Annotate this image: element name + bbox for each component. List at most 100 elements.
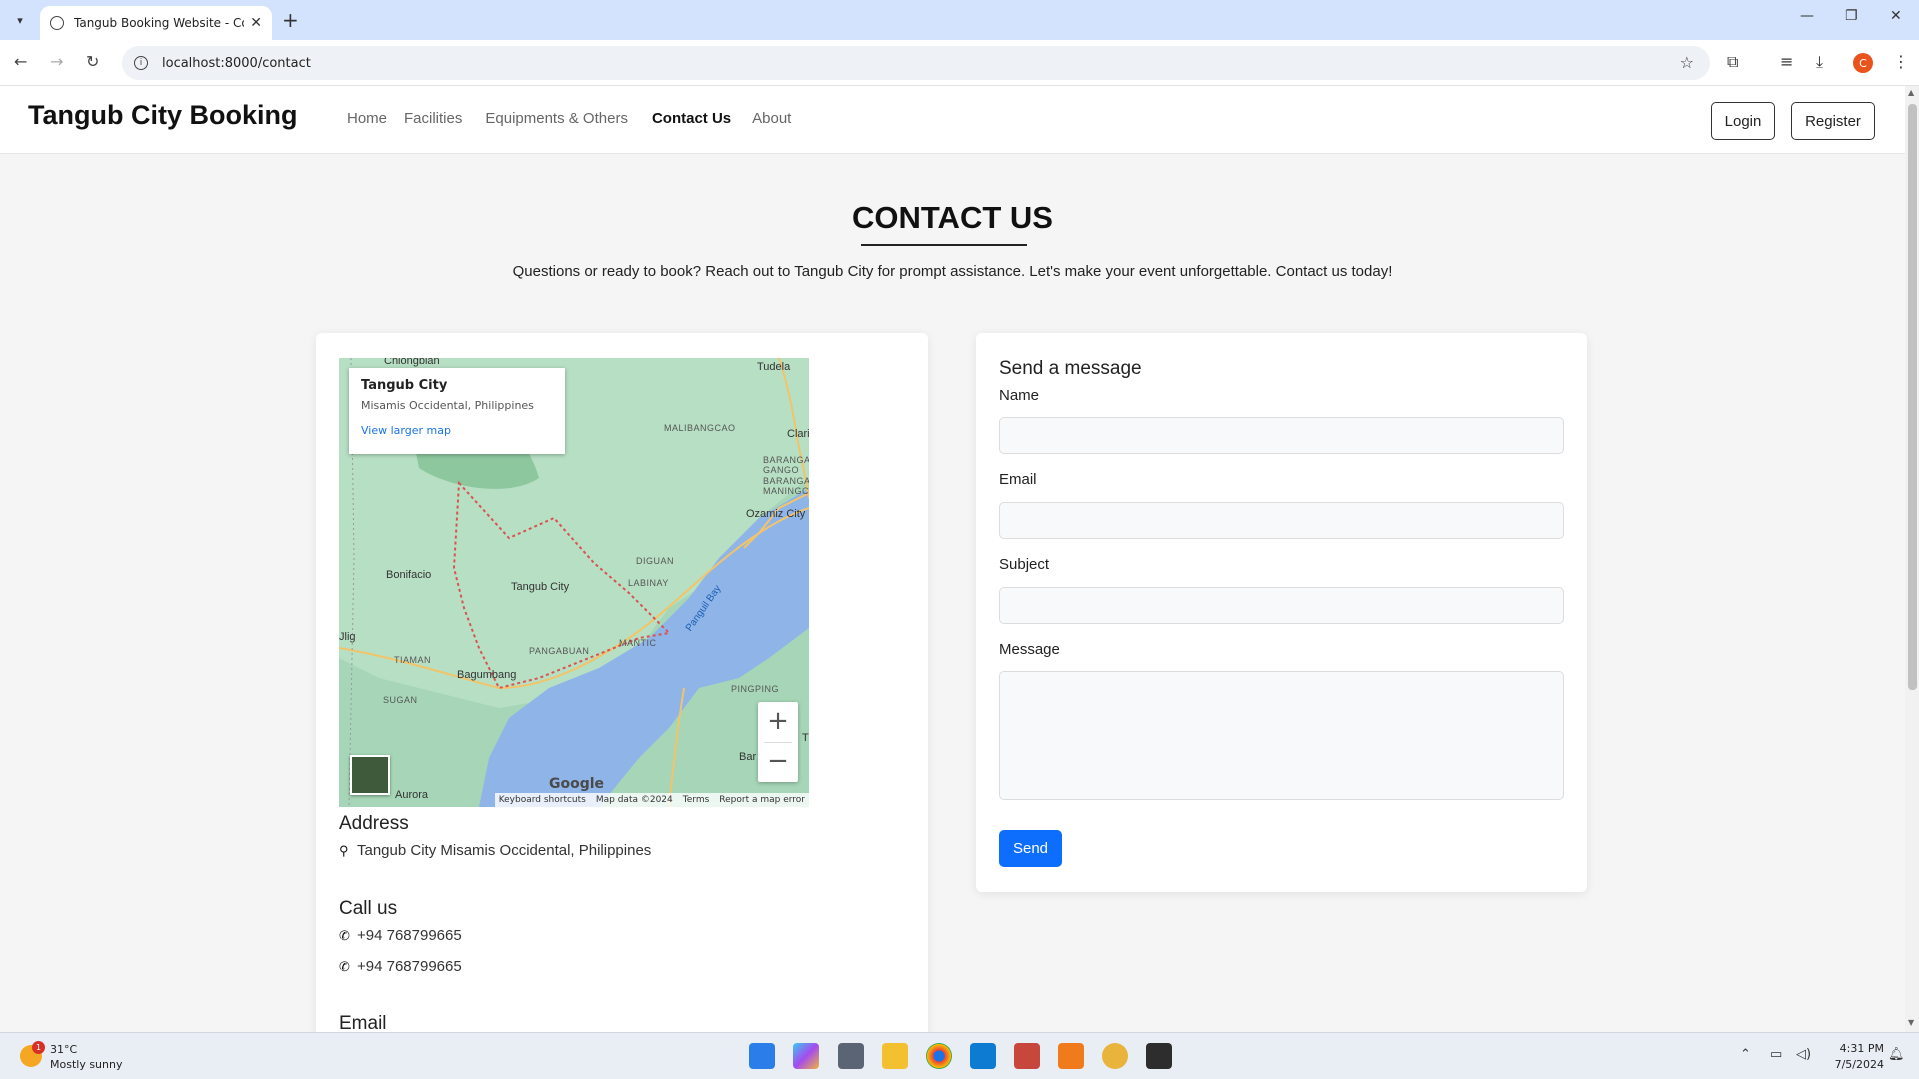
call-heading: Call us [339,898,398,919]
map-label: TIAMAN [394,655,432,665]
terms-link[interactable]: Terms [683,795,710,805]
report-map-error-link[interactable]: Report a map error [719,795,805,805]
phone-icon: ✆ [339,958,350,974]
embedded-map[interactable]: Chiongbian Tudela MALIBANGCAO Clari BARA… [339,358,809,807]
zoom-in-button[interactable]: + [758,702,798,742]
map-footer: Keyboard shortcuts Map data ©2024 Terms … [494,793,809,807]
address-bar[interactable]: i localhost:8000/contact ☆ [122,46,1710,80]
menu-kebab-icon[interactable]: ⋮ [1893,52,1909,71]
scrollbar-thumb[interactable] [1908,104,1917,690]
map-label: DIGUAN [636,556,675,566]
tab-title: Tangub Booking Website - Contact [74,16,244,30]
name-input[interactable] [999,417,1564,454]
send-button[interactable]: Send [999,830,1062,867]
map-label: Bagumbang [457,669,517,681]
profile-avatar[interactable]: C [1853,53,1873,73]
nav-home[interactable]: Home [347,110,387,127]
map-label: T [802,732,809,744]
copilot-icon[interactable] [793,1043,819,1069]
map-place-card: Tangub City Misamis Occidental, Philippi… [349,368,565,454]
contact-info-card: Chiongbian Tudela MALIBANGCAO Clari BARA… [316,333,928,1032]
app-icon[interactable] [1102,1043,1128,1069]
scroll-up-icon[interactable]: ▲ [1908,88,1914,97]
title-underline [861,244,1027,246]
weather-condition[interactable]: Mostly sunny [50,1058,122,1071]
forward-icon[interactable]: → [50,52,63,71]
page-scrollbar[interactable]: ▲ ▼ [1905,86,1919,1032]
tab-list-chevron-icon[interactable]: ▾ [8,8,32,32]
map-label: PANGABUAN [529,646,590,656]
page-viewport: Tangub City Booking Home Facilities Equi… [0,86,1919,1032]
terminal-icon[interactable] [1146,1043,1172,1069]
map-label: Bonifacio [386,569,432,581]
view-larger-map-link[interactable]: View larger map [361,424,553,437]
map-label: Tangub City [511,581,570,593]
snipping-tool-icon[interactable] [1014,1043,1040,1069]
volume-icon[interactable]: ◁) [1796,1047,1811,1062]
back-icon[interactable]: ← [14,52,27,71]
keyboard-shortcuts-link[interactable]: Keyboard shortcuts [499,795,586,805]
chrome-icon[interactable] [926,1043,952,1069]
clock-time: 4:31 PM [1839,1042,1884,1055]
media-icon[interactable]: ≡ [1780,52,1793,71]
close-window-icon[interactable]: ✕ [1890,8,1902,24]
browser-tab[interactable]: Tangub Booking Website - Contact ✕ [40,6,272,40]
map-place-title: Tangub City [361,378,448,393]
register-button[interactable]: Register [1791,102,1875,140]
system-clock[interactable]: 4:31 PM 7/5/2024 [1826,1041,1884,1073]
nav-about[interactable]: About [752,110,791,127]
start-windows-icon[interactable] [749,1043,775,1069]
nav-equipments[interactable]: Equipments & Others [485,110,628,127]
notification-bell-icon[interactable]: 🔔︎ [1888,1047,1905,1062]
restore-icon[interactable]: ❐ [1845,8,1858,24]
new-tab-icon[interactable]: + [282,8,299,32]
site-info-icon[interactable]: i [134,56,148,70]
map-label: PINGPING [731,684,780,694]
form-title: Send a message [999,358,1142,379]
vscode-icon[interactable] [970,1043,996,1069]
extensions-icon[interactable]: ⧉ [1727,52,1738,72]
tab-close-icon[interactable]: ✕ [250,15,262,31]
subject-input[interactable] [999,587,1564,624]
map-label: Chiongbian [384,358,440,367]
os-taskbar: 1 31°C Mostly sunny ⌃ ▭ ◁) 4:31 PM 7/5/2… [0,1032,1919,1079]
login-button[interactable]: Login [1711,102,1775,140]
map-label: Clari [787,428,809,440]
site-brand[interactable]: Tangub City Booking [28,100,297,131]
email-input[interactable] [999,502,1564,539]
message-textarea[interactable] [999,671,1564,800]
map-label: Bar [739,751,757,763]
nav-contact[interactable]: Contact Us [652,110,731,127]
map-label: Ozamiz City [746,508,806,520]
phone-number: +94 768799665 [357,958,462,975]
phone-row: ✆ +94 768799665 [339,927,462,944]
network-icon[interactable]: ▭ [1770,1047,1782,1062]
message-form-card: Send a message Name Email Subject Messag… [976,333,1587,892]
download-icon[interactable]: ⤓ [1816,52,1823,72]
google-logo: Google [549,776,605,792]
nav-facilities[interactable]: Facilities [404,110,462,127]
address-heading: Address [339,813,409,834]
address-text: Tangub City Misamis Occidental, Philippi… [357,842,652,859]
scroll-down-icon[interactable]: ▼ [1908,1018,1914,1027]
reload-icon[interactable]: ↻ [86,52,99,71]
minimize-icon[interactable]: — [1800,8,1814,24]
browser-toolbar: ← → ↻ i localhost:8000/contact ☆ ⧉ ≡ ⤓ C… [0,40,1919,86]
xampp-icon[interactable] [1058,1043,1084,1069]
weather-temperature[interactable]: 31°C [50,1043,77,1056]
weather-badge: 1 [32,1041,45,1054]
map-label: Aurora [395,789,429,801]
intro-text: Questions or ready to book? Reach out to… [512,263,1393,280]
nav-links: Home Facilities Equipments & Others Cont… [347,110,808,127]
task-view-icon[interactable] [838,1043,864,1069]
satellite-toggle[interactable] [350,755,390,795]
zoom-out-button[interactable]: − [758,742,798,782]
page-title: CONTACT US [852,200,1053,235]
subject-label: Subject [999,556,1050,573]
map-label: LABINAY [628,578,669,588]
bookmark-star-icon[interactable]: ☆ [1680,53,1694,72]
tray-chevron-icon[interactable]: ⌃ [1740,1047,1751,1062]
file-explorer-icon[interactable] [882,1043,908,1069]
map-label: BARANGA GANGO [763,455,809,475]
map-label: Jlig [339,631,356,643]
